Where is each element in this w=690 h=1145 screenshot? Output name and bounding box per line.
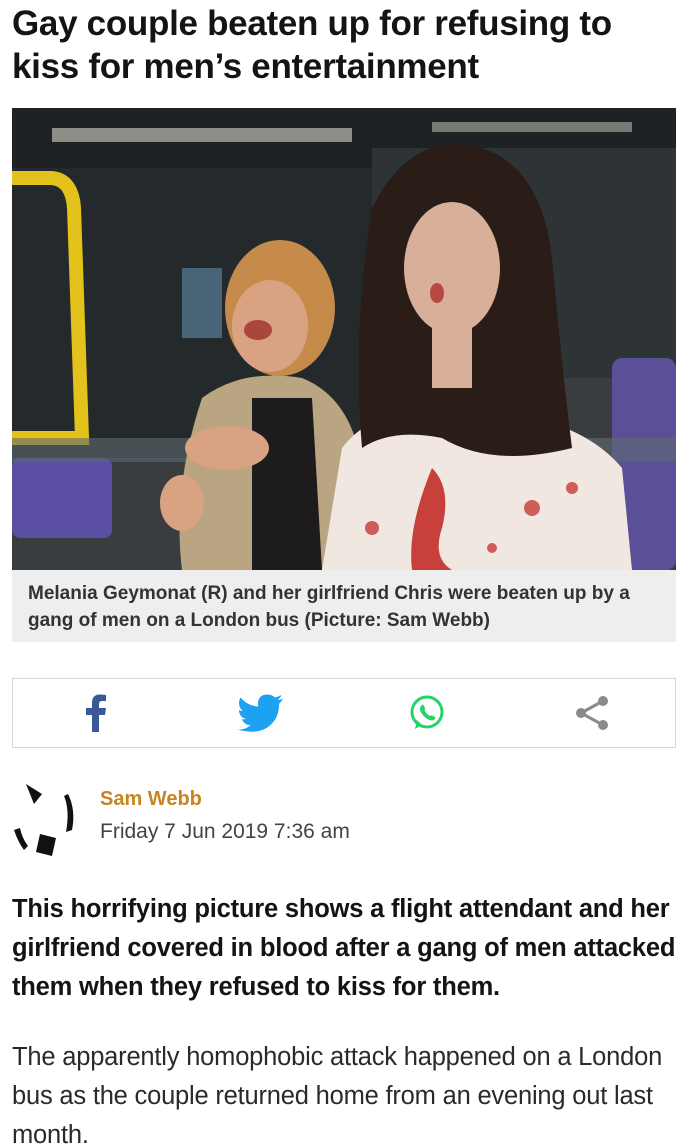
publish-date: Friday 7 Jun 2019 7:36 am: [100, 820, 350, 843]
article-headline: Gay couple beaten up for refusing to kis…: [12, 4, 612, 86]
author-logo: [12, 780, 82, 858]
share-button[interactable]: [562, 685, 622, 741]
photo-caption: Melania Geymonat (R) and her girlfriend …: [12, 570, 676, 642]
whatsapp-share-button[interactable]: [397, 685, 457, 741]
twitter-icon: [238, 694, 284, 732]
byline: Sam Webb Friday 7 Jun 2019 7:36 am: [12, 780, 676, 860]
article-lead: This horrifying picture shows a flight a…: [12, 895, 676, 1001]
share-bar: [12, 678, 676, 748]
facebook-icon: [85, 694, 106, 732]
author-name[interactable]: Sam Webb: [100, 788, 202, 811]
whatsapp-icon: [410, 695, 444, 729]
article-body: The apparently homophobic attack happene…: [12, 1043, 663, 1145]
facebook-share-button[interactable]: [66, 685, 126, 741]
share-icon: [576, 696, 609, 730]
article-photo[interactable]: [12, 108, 676, 570]
twitter-share-button[interactable]: [231, 685, 291, 741]
